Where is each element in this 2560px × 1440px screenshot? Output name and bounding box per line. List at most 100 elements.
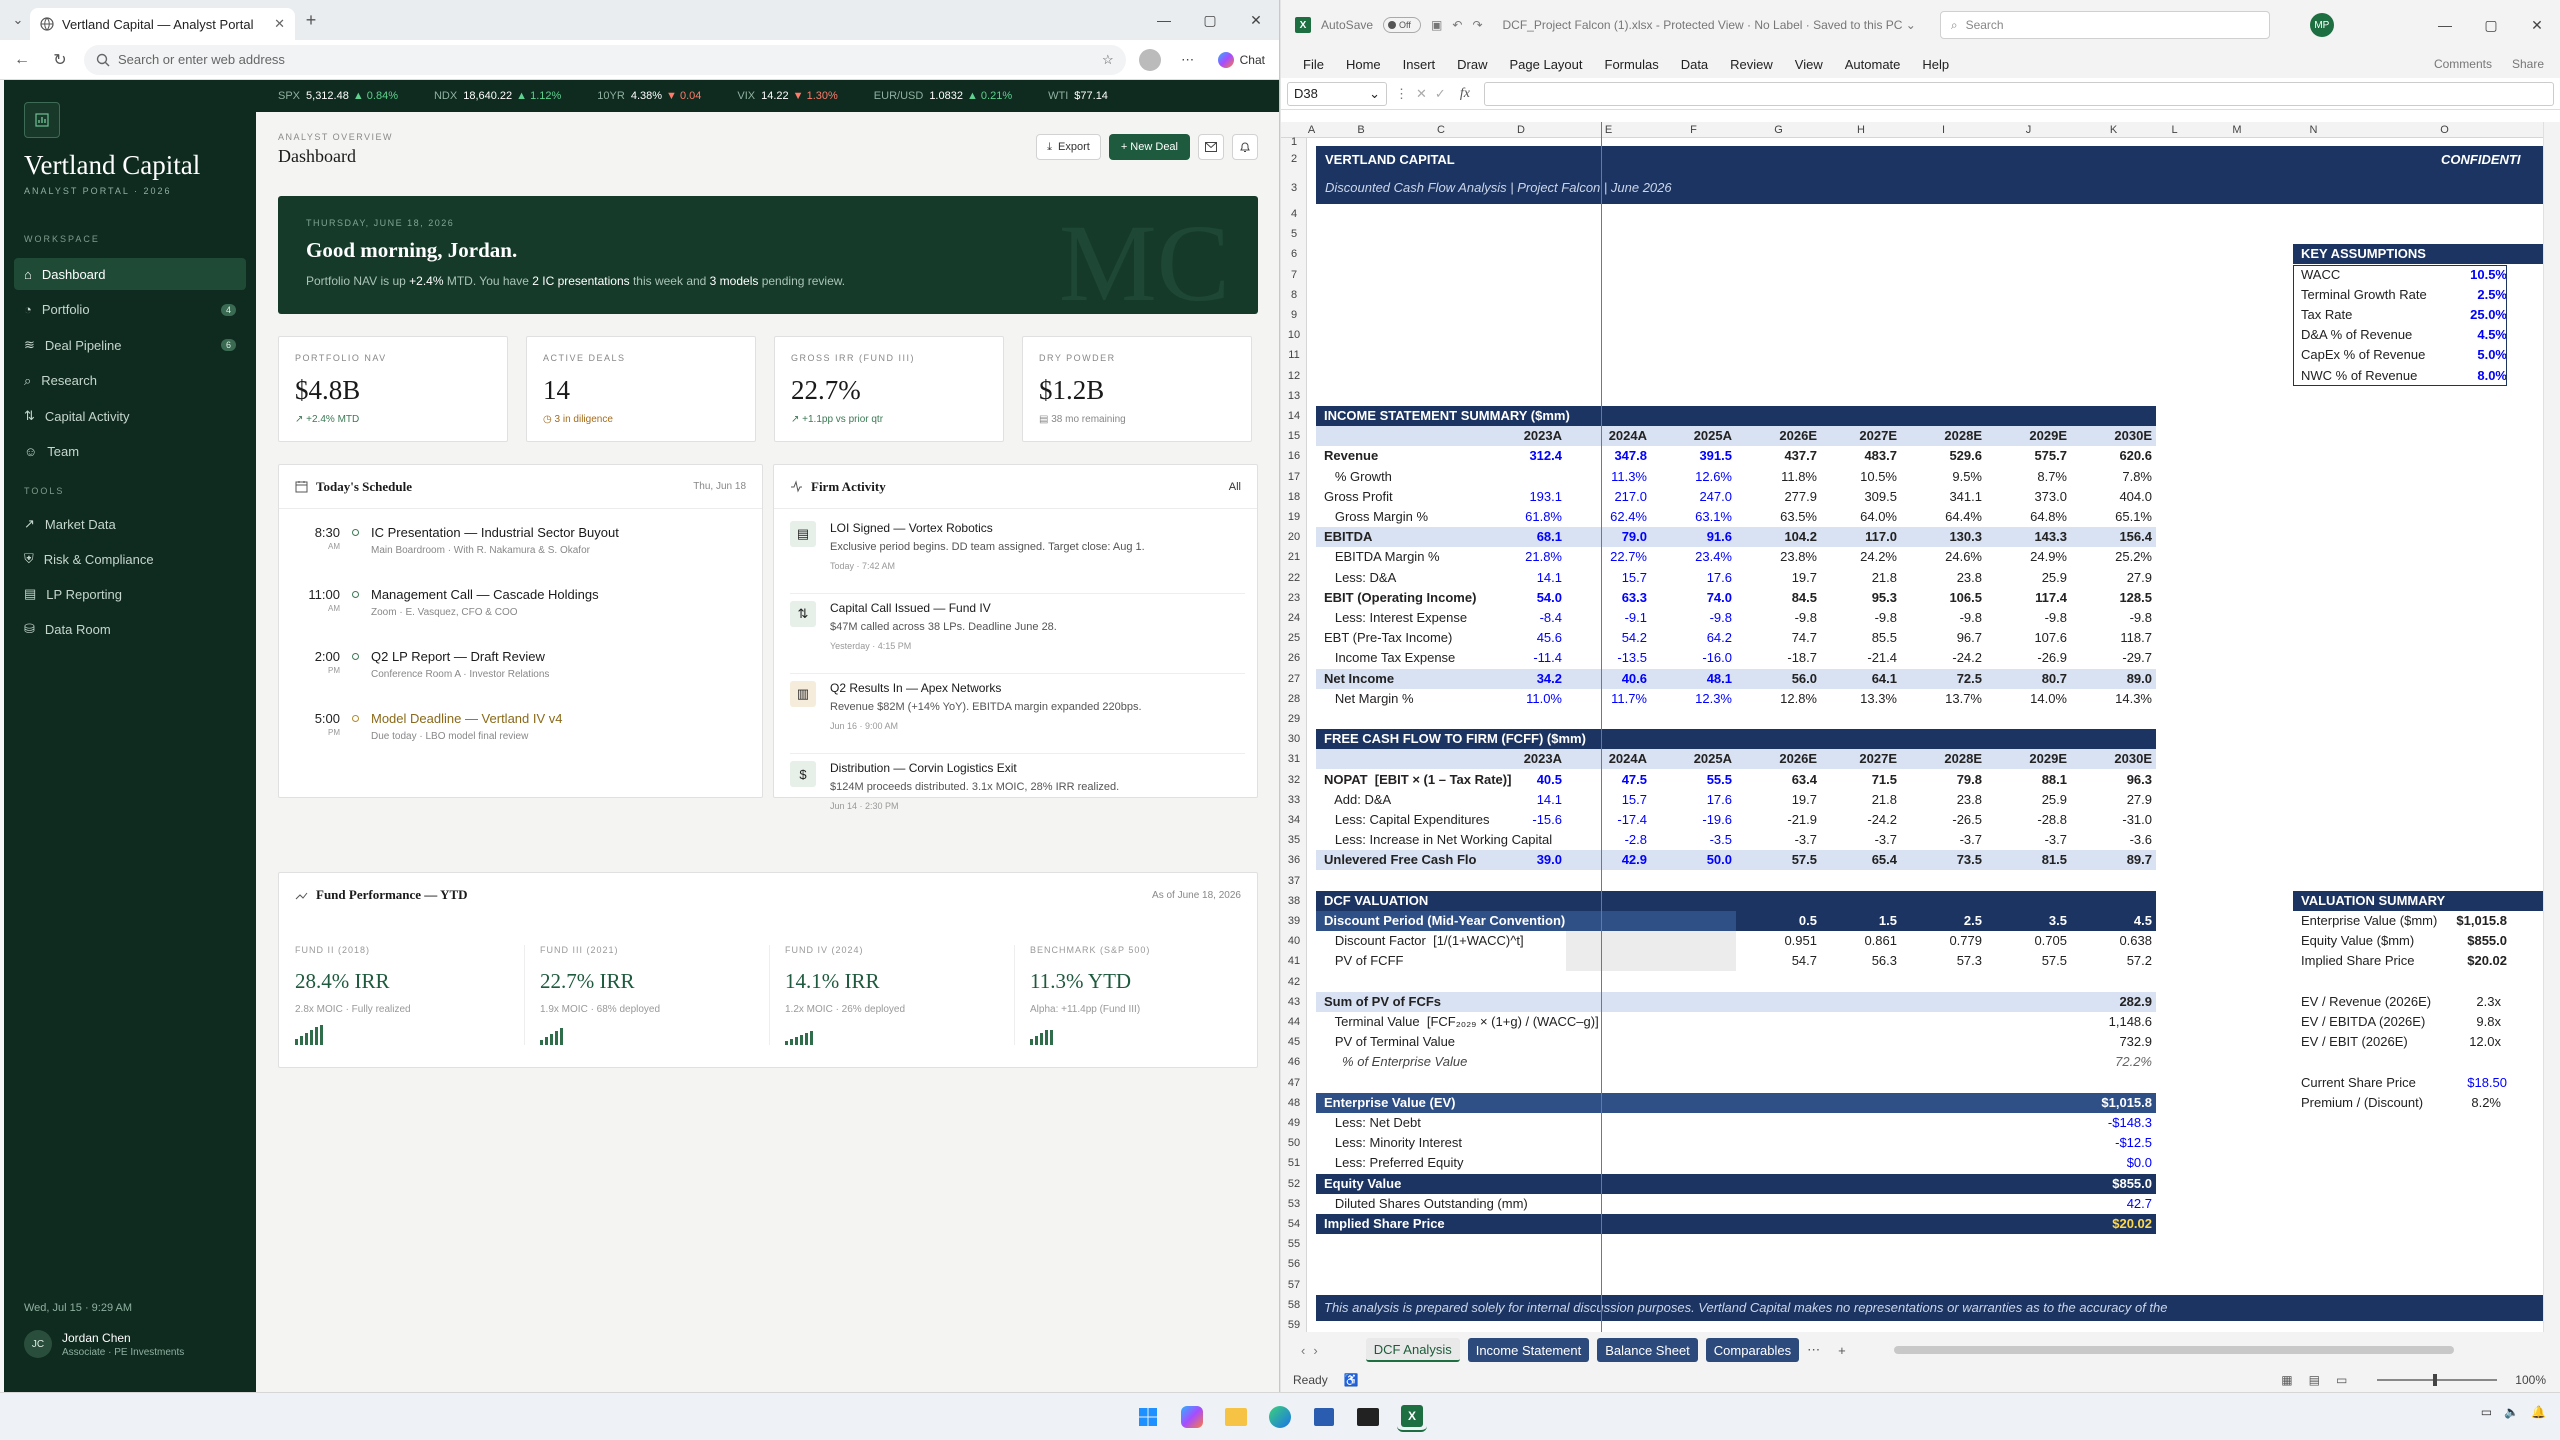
row-header[interactable]: 15 bbox=[1281, 426, 1307, 446]
cell[interactable]: 9.5% bbox=[1901, 467, 1986, 487]
row-header[interactable]: 14 bbox=[1281, 406, 1307, 426]
fund-stat[interactable]: FUND III (2021) 22.7% IRR 1.9x MOIC · 68% … bbox=[524, 945, 764, 1055]
cell[interactable]: EV / EBITDA (2026E) bbox=[2293, 1012, 2453, 1032]
cell[interactable]: 217.0 bbox=[1566, 487, 1651, 507]
cell[interactable]: EBITDA Margin % bbox=[1316, 547, 1476, 567]
cell[interactable]: -3.6 bbox=[2071, 830, 2156, 850]
cell[interactable]: 64.2 bbox=[1651, 628, 1736, 648]
cell[interactable]: -31.0 bbox=[2071, 810, 2156, 830]
cell[interactable]: 39.0 bbox=[1476, 850, 1566, 871]
new-deal-button[interactable]: + New Deal bbox=[1108, 134, 1190, 160]
cell[interactable]: -19.6 bbox=[1651, 810, 1736, 830]
column-header[interactable]: C bbox=[1406, 124, 1476, 136]
ribbon-tab-automate[interactable]: Automate bbox=[1845, 57, 1901, 72]
cell[interactable]: 56.3 bbox=[1821, 951, 1901, 971]
cell[interactable]: 21.8 bbox=[1821, 790, 1901, 810]
cell[interactable]: Add: D&A bbox=[1316, 790, 1476, 810]
browser-tab[interactable]: Vertland Capital — Analyst Portal ✕ bbox=[30, 8, 295, 40]
cell[interactable]: % of Enterprise Value bbox=[1316, 1052, 1781, 1072]
cell[interactable]: 437.7 bbox=[1736, 446, 1821, 466]
fx-icon[interactable]: fx bbox=[1454, 86, 1476, 102]
cell[interactable]: 45.6 bbox=[1476, 628, 1566, 648]
row-header[interactable]: 39 bbox=[1281, 911, 1307, 931]
cell[interactable]: 19.7 bbox=[1736, 568, 1821, 588]
cell[interactable]: 277.9 bbox=[1736, 487, 1821, 507]
cell[interactable]: $20.02 bbox=[2071, 1214, 2156, 1234]
ribbon-tab-draw[interactable]: Draw bbox=[1457, 57, 1487, 72]
name-box[interactable]: D38 ⌄ bbox=[1287, 81, 1387, 106]
cell[interactable]: 2029E bbox=[1986, 749, 2071, 770]
cell[interactable]: $855.0 bbox=[2071, 1174, 2156, 1194]
cell[interactable] bbox=[1316, 749, 1476, 770]
row-header[interactable]: 42 bbox=[1281, 972, 1307, 992]
row-header[interactable]: 25 bbox=[1281, 628, 1307, 648]
kpi-card[interactable]: ACTIVE DEALS 14 ◷ 3 in diligence bbox=[526, 336, 756, 442]
cell[interactable] bbox=[1316, 426, 1476, 447]
column-header[interactable]: H bbox=[1821, 124, 1901, 136]
spreadsheet-grid[interactable]: ABCDEFGHIJKLMNO 1 2 3 4 5 6 7 8 9 10 11 12 13 14 15 16 1… bbox=[1281, 122, 2543, 1332]
back-button[interactable]: ← bbox=[8, 46, 36, 74]
cell[interactable]: NOPAT [EBIT × (1 – Tax Rate)] bbox=[1316, 770, 1511, 790]
cell[interactable]: 2027E bbox=[1821, 749, 1901, 770]
row-header[interactable]: 34 bbox=[1281, 810, 1307, 830]
cell[interactable]: 404.0 bbox=[2071, 487, 2156, 507]
sidebar-item-research[interactable]: ⌕ Research bbox=[14, 365, 246, 397]
row-header[interactable]: 53 bbox=[1281, 1194, 1307, 1214]
row-header[interactable]: 17 bbox=[1281, 467, 1307, 487]
cell[interactable]: 95.3 bbox=[1821, 588, 1901, 608]
cell[interactable]: -16.0 bbox=[1651, 648, 1736, 668]
minimize-button[interactable]: — bbox=[1141, 0, 1187, 40]
ticker-item[interactable]: EUR/USD 1.0832 ▲ 0.21% bbox=[874, 90, 1012, 102]
cell[interactable]: 91.6 bbox=[1651, 527, 1736, 548]
cell[interactable]: 34.2 bbox=[1476, 668, 1566, 689]
row-header[interactable]: 59 bbox=[1281, 1315, 1307, 1332]
fund-stat[interactable]: FUND IV (2024) 14.1% IRR 1.2x MOIC · 26% d… bbox=[769, 945, 1009, 1055]
cell[interactable]: 25.2% bbox=[2071, 547, 2156, 567]
cell[interactable]: -3.5 bbox=[1651, 830, 1736, 850]
row-header[interactable]: 54 bbox=[1281, 1214, 1307, 1234]
row-header[interactable]: 30 bbox=[1281, 729, 1307, 749]
ticker-item[interactable]: 10YR 4.38% ▼ 0.04 bbox=[597, 90, 701, 102]
cell[interactable]: 483.7 bbox=[1821, 446, 1901, 466]
cell[interactable]: -3.7 bbox=[1901, 830, 1986, 850]
cell[interactable]: Implied Share Price bbox=[2293, 951, 2453, 971]
cell[interactable]: 27.9 bbox=[2071, 790, 2156, 810]
add-sheet-icon[interactable]: + bbox=[1838, 1343, 1846, 1358]
row-header[interactable]: 36 bbox=[1281, 850, 1307, 870]
column-header[interactable]: K bbox=[2071, 124, 2156, 136]
cell[interactable]: 1,148.6 bbox=[2071, 1012, 2156, 1032]
row-header[interactable]: 37 bbox=[1281, 871, 1307, 891]
cell[interactable]: 247.0 bbox=[1651, 487, 1736, 507]
enter-icon[interactable]: ✓ bbox=[1435, 86, 1446, 102]
cell[interactable] bbox=[1566, 931, 1736, 952]
row-header[interactable]: 12 bbox=[1281, 366, 1307, 386]
cell[interactable]: Less: Net Debt bbox=[1316, 1113, 1781, 1133]
sidebar-item-deal-pipeline[interactable]: ≋ Deal Pipeline 6 bbox=[14, 329, 246, 361]
cell[interactable]: 13.3% bbox=[1821, 689, 1901, 709]
cell[interactable]: $0.0 bbox=[2071, 1153, 2156, 1173]
row-header[interactable]: 55 bbox=[1281, 1234, 1307, 1254]
cell[interactable]: Less: D&A bbox=[1316, 568, 1476, 588]
cell[interactable]: -21.9 bbox=[1736, 810, 1821, 830]
cell[interactable]: Less: Preferred Equity bbox=[1316, 1153, 1781, 1173]
cell[interactable]: 2025A bbox=[1651, 749, 1736, 770]
cell[interactable]: PV of FCFF bbox=[1316, 951, 1476, 971]
cell[interactable]: 24.2% bbox=[1821, 547, 1901, 567]
cell[interactable]: 85.5 bbox=[1821, 628, 1901, 648]
cell[interactable]: 2024A bbox=[1566, 749, 1651, 770]
column-header[interactable]: D bbox=[1476, 124, 1566, 136]
excel-maximize-button[interactable]: ▢ bbox=[2468, 5, 2514, 45]
row-header[interactable]: 13 bbox=[1281, 386, 1307, 406]
column-header[interactable]: O bbox=[2346, 124, 2543, 136]
cell[interactable]: 117.4 bbox=[1986, 588, 2071, 608]
cell[interactable]: 40.5 bbox=[1476, 770, 1566, 790]
cell[interactable]: Discount Factor [1/(1+WACC)^t] bbox=[1316, 931, 1524, 951]
copilot-chat-button[interactable]: Chat bbox=[1212, 51, 1271, 68]
fund-stat[interactable]: BENCHMARK (S&P 500) 11.3% YTD Alpha: +11.4… bbox=[1014, 945, 1254, 1055]
cell[interactable]: Income Tax Expense bbox=[1316, 648, 1476, 668]
ribbon-tab-help[interactable]: Help bbox=[1922, 57, 1949, 72]
schedule-item[interactable]: 11:00 AM Management Call — Cascade Holding… bbox=[295, 587, 750, 643]
autosave-toggle[interactable]: Off bbox=[1383, 17, 1422, 33]
sidebar-item-market-data[interactable]: ↗ Market Data bbox=[14, 508, 246, 540]
edge-icon[interactable] bbox=[1265, 1402, 1295, 1432]
